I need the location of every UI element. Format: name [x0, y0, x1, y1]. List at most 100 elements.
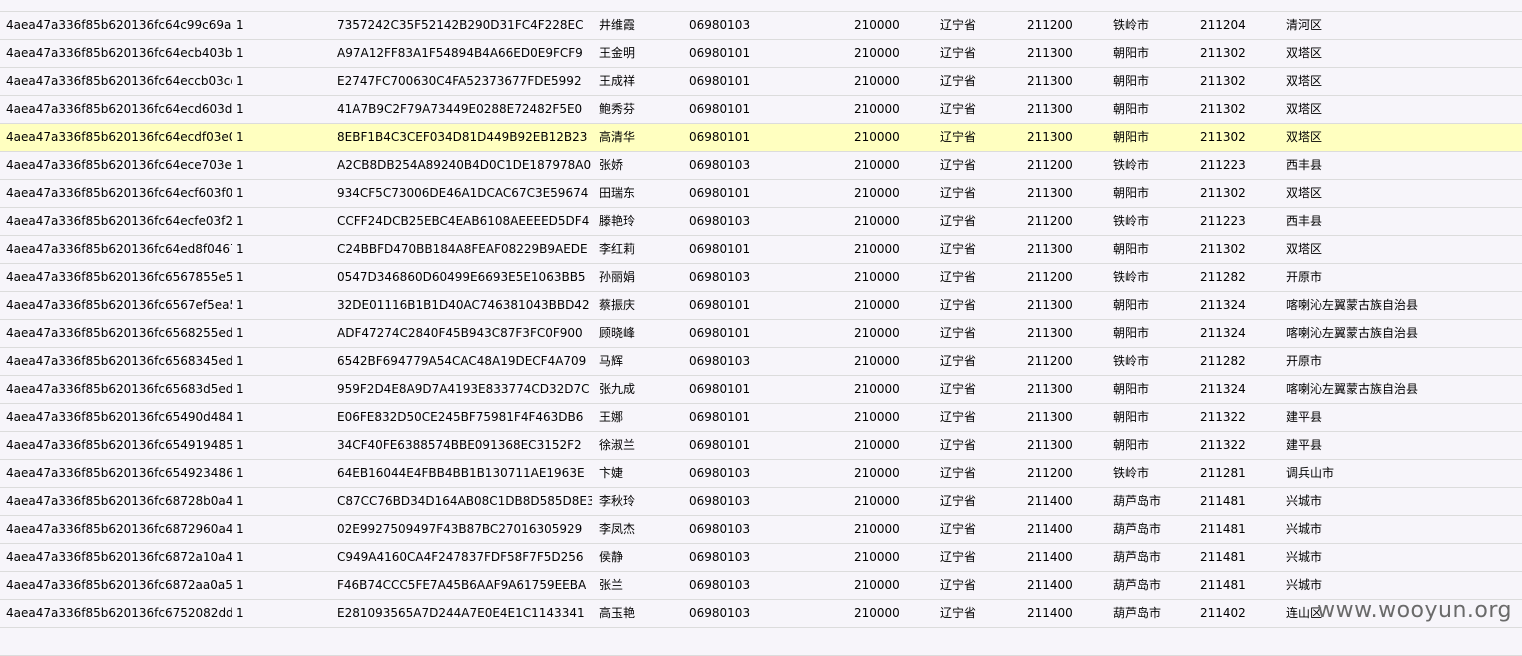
table-row-selected[interactable]: 4aea47a336f85b620136fc64ecdf03e0 1 8EBF1B4… — [0, 124, 1522, 152]
cell-record-hash: F46B74CCC5FE7A45B6AAF9A61759EEBA — [337, 578, 587, 592]
cell-city-name: 朝阳市 — [1113, 102, 1150, 116]
cell-flag: 1 — [236, 354, 244, 368]
table-row[interactable]: 4aea47a336f85b620136fc64ecb403bc 1 A97A12F… — [0, 40, 1522, 68]
cell-district-code: 211282 — [1200, 270, 1246, 284]
cell-person-name: 李红莉 — [599, 242, 636, 256]
cell-row-id: 4aea47a336f85b620136fc64ece703e4 — [6, 158, 232, 172]
table-row[interactable]: 4aea47a336f85b620136fc6872960a45 1 02E9927… — [0, 516, 1522, 544]
cell-code: 06980103 — [689, 214, 751, 228]
table-row[interactable]: 4aea47a336f85b620136fc64ecd603d5 1 41A7B9C… — [0, 96, 1522, 124]
table-row[interactable]: 4aea47a336f85b620136fc68728b0a40 1 C87CC76… — [0, 488, 1522, 516]
table-row[interactable]: 4aea47a336f85b620136fc64ece703e4 1 A2CB8DB… — [0, 152, 1522, 180]
cell-row-id: 4aea47a336f85b620136fc64ed8f0467 — [6, 242, 232, 256]
table-row[interactable]: 4aea47a336f85b620136fc6872a10a4b 1 C949A41… — [0, 544, 1522, 572]
cell-row-id: 4aea47a336f85b620136fc68728b0a40 — [6, 494, 232, 508]
cell-flag: 1 — [236, 438, 244, 452]
cell-flag: 1 — [236, 46, 244, 60]
cell-district-name: 双塔区 — [1286, 186, 1323, 200]
cell-province-name: 辽宁省 — [940, 354, 977, 368]
cell-record-hash: 02E9927509497F43B87BC27016305929 — [337, 522, 583, 536]
cell-city-name: 铁岭市 — [1113, 158, 1150, 172]
cell-record-hash: ADF47274C2840F45B943C87F3FC0F900 — [337, 326, 583, 340]
cell-province-code: 210000 — [854, 438, 900, 452]
cell-city-code: 211300 — [1027, 382, 1073, 396]
table-row[interactable]: 4aea47a336f85b620136fc6568255ed0 1 ADF4727… — [0, 320, 1522, 348]
table-row[interactable]: 4aea47a336f85b620136fc6549194858 1 34CF40F… — [0, 432, 1522, 460]
table-row[interactable]: 4aea47a336f85b620136fc6752082dd9 1 E281093… — [0, 600, 1522, 628]
cell-district-name: 西丰县 — [1286, 158, 1323, 172]
cell-city-code: 211300 — [1027, 326, 1073, 340]
cell-city-name: 朝阳市 — [1113, 74, 1150, 88]
table-row[interactable]: 4aea47a336f85b620136fc6872aa0a50 1 F46B74C… — [0, 572, 1522, 600]
cell-record-hash: 34CF40FE6388574BBE091368EC3152F2 — [337, 438, 582, 452]
cell-record-hash: 7357242C35F52142B290D31FC4F228EC — [337, 18, 584, 32]
cell-row-id: 4aea47a336f85b620136fc6872960a45 — [6, 522, 232, 536]
cell-province-code: 210000 — [854, 18, 900, 32]
table-row-partial[interactable] — [0, 628, 1522, 656]
cell-city-code: 211300 — [1027, 410, 1073, 424]
cell-province-name: 辽宁省 — [940, 214, 977, 228]
cell-city-code: 211200 — [1027, 214, 1073, 228]
table-row[interactable]: 4aea47a336f85b620136fc65683d5ede 1 959F2D4… — [0, 376, 1522, 404]
cell-province-name: 辽宁省 — [940, 606, 977, 620]
cell-district-name: 兴城市 — [1286, 494, 1323, 508]
cell-record-hash: 0547D346860D60499E6693E5E1063BB5 — [337, 270, 586, 284]
table-row[interactable]: 4aea47a336f85b620136fc64ed8f0467 1 C24BBFD… — [0, 236, 1522, 264]
cell-city-name: 葫芦岛市 — [1113, 578, 1162, 592]
cell-row-id: 4aea47a336f85b620136fc6568255ed0 — [6, 326, 232, 340]
table-row[interactable]: 4aea47a336f85b620136fc6549234860 1 64EB160… — [0, 460, 1522, 488]
cell-city-name: 朝阳市 — [1113, 410, 1150, 424]
cell-district-name: 兴城市 — [1286, 522, 1323, 536]
watermark: www.wooyun.org — [1317, 598, 1512, 623]
cell-person-name: 张九成 — [599, 382, 636, 396]
cell-record-hash: 8EBF1B4C3CEF034D81D449B92EB12B23 — [337, 130, 588, 144]
cell-district-code: 211324 — [1200, 326, 1246, 340]
cell-district-name: 西丰县 — [1286, 214, 1323, 228]
cell-city-code: 211300 — [1027, 130, 1073, 144]
table-row[interactable]: 4aea47a336f85b620136fc64eccb03cd 1 E2747FC… — [0, 68, 1522, 96]
cell-row-id: 4aea47a336f85b620136fc64c99c69ad — [6, 18, 232, 32]
cell-city-name: 朝阳市 — [1113, 46, 1150, 60]
cell-record-hash: 934CF5C73006DE46A1DCAC67C3E59674 — [337, 186, 589, 200]
cell-person-name: 井维霞 — [599, 18, 636, 32]
cell-province-code: 210000 — [854, 522, 900, 536]
cell-row-id: 4aea47a336f85b620136fc6567855e55 — [6, 270, 232, 284]
table-row[interactable]: 4aea47a336f85b620136fc64ecf603f0 1 934CF5C… — [0, 180, 1522, 208]
table-row[interactable]: 4aea47a336f85b620136fc6567855e55 1 0547D34… — [0, 264, 1522, 292]
table-row[interactable]: 4aea47a336f85b620136fc64ecfe03f2 1 CCFF24D… — [0, 208, 1522, 236]
cell-row-id: 4aea47a336f85b620136fc6549234860 — [6, 466, 232, 480]
cell-flag: 1 — [236, 606, 244, 620]
cell-province-name: 辽宁省 — [940, 382, 977, 396]
cell-province-name: 辽宁省 — [940, 186, 977, 200]
cell-code: 06980101 — [689, 46, 751, 60]
cell-province-name: 辽宁省 — [940, 158, 977, 172]
cell-row-id: 4aea47a336f85b620136fc64ecdf03e0 — [6, 130, 232, 144]
cell-flag: 1 — [236, 102, 244, 116]
cell-district-code: 211481 — [1200, 522, 1246, 536]
cell-code: 06980103 — [689, 522, 751, 536]
cell-person-name: 鲍秀芬 — [599, 102, 636, 116]
cell-record-hash: 6542BF694779A54CAC48A19DECF4A709 — [337, 354, 587, 368]
cell-province-name: 辽宁省 — [940, 578, 977, 592]
table-row[interactable]: 4aea47a336f85b620136fc6568345edc 1 6542BF6… — [0, 348, 1522, 376]
cell-flag: 1 — [236, 74, 244, 88]
table-row-partial[interactable] — [0, 0, 1522, 12]
cell-province-code: 210000 — [854, 326, 900, 340]
cell-record-hash: E06FE832D50CE245BF75981F4F463DB6 — [337, 410, 584, 424]
table-row[interactable]: 4aea47a336f85b620136fc6567ef5ea5 1 32DE011… — [0, 292, 1522, 320]
cell-city-code: 211300 — [1027, 298, 1073, 312]
cell-record-hash: C949A4160CA4F247837FDF58F7F5D256 — [337, 550, 584, 564]
cell-province-name: 辽宁省 — [940, 242, 977, 256]
cell-code: 06980101 — [689, 74, 751, 88]
table-row[interactable]: 4aea47a336f85b620136fc65490d484f 1 E06FE83… — [0, 404, 1522, 432]
cell-row-id: 4aea47a336f85b620136fc65683d5ede — [6, 382, 232, 396]
cell-province-name: 辽宁省 — [940, 494, 977, 508]
cell-city-code: 211200 — [1027, 270, 1073, 284]
cell-province-name: 辽宁省 — [940, 466, 977, 480]
cell-district-name: 双塔区 — [1286, 242, 1323, 256]
cell-district-name: 开原市 — [1286, 354, 1323, 368]
cell-district-name: 清河区 — [1286, 18, 1323, 32]
cell-district-name: 喀喇沁左翼蒙古族自治县 — [1286, 382, 1419, 396]
table-row[interactable]: 4aea47a336f85b620136fc64c99c69ad 1 7357242… — [0, 12, 1522, 40]
cell-city-code: 211300 — [1027, 74, 1073, 88]
